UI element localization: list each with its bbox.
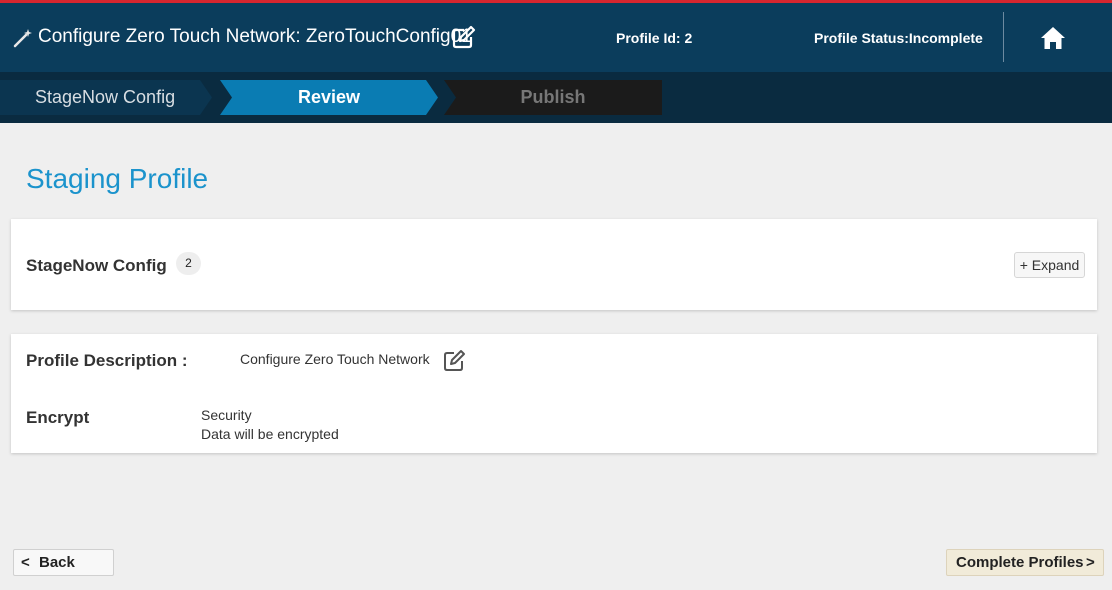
back-button[interactable]: < Back	[13, 549, 114, 576]
step-label: StageNow Config	[35, 87, 176, 107]
wizard-steps: StageNow Config Review Publish	[0, 72, 1112, 123]
profile-details-card: Profile Description : Configure Zero Tou…	[11, 334, 1097, 453]
app-header: Configure Zero Touch Network: ZeroTouchC…	[0, 0, 1112, 72]
step-publish[interactable]: Publish	[444, 80, 662, 115]
page-title: Staging Profile	[26, 163, 209, 194]
edit-icon[interactable]	[450, 25, 476, 51]
count-badge: 2	[176, 252, 201, 275]
header-divider	[1003, 12, 1004, 62]
step-label: Review	[297, 87, 361, 107]
profile-status: Profile Status:Incomplete	[814, 30, 983, 46]
profile-description-label: Profile Description :	[26, 351, 188, 370]
expand-button[interactable]: + Expand	[1014, 252, 1085, 278]
profile-id: Profile Id: 2	[616, 30, 693, 46]
home-icon[interactable]	[1040, 26, 1066, 50]
back-button-label: Back	[39, 554, 75, 571]
edit-icon[interactable]	[442, 349, 466, 373]
encrypt-security-value: Security	[201, 407, 252, 423]
magic-wand-icon	[13, 29, 32, 48]
stagenow-config-card: StageNow Config 2 + Expand	[11, 219, 1097, 310]
page-header-title: Configure Zero Touch Network: ZeroTouchC…	[38, 26, 472, 47]
stagenow-config-label: StageNow Config	[26, 256, 167, 275]
chevron-left-icon: <	[21, 554, 30, 571]
profile-description-value: Configure Zero Touch Network	[240, 351, 430, 367]
step-label: Publish	[520, 87, 586, 107]
encrypt-description-value: Data will be encrypted	[201, 426, 339, 442]
chevron-right-icon: >	[1086, 554, 1095, 571]
complete-profiles-label: Complete Profiles	[956, 554, 1084, 571]
step-review[interactable]: Review	[220, 80, 438, 115]
encrypt-label: Encrypt	[26, 408, 90, 427]
step-stagenow-config[interactable]: StageNow Config	[0, 80, 212, 115]
complete-profiles-button[interactable]: Complete Profiles >	[946, 549, 1104, 576]
